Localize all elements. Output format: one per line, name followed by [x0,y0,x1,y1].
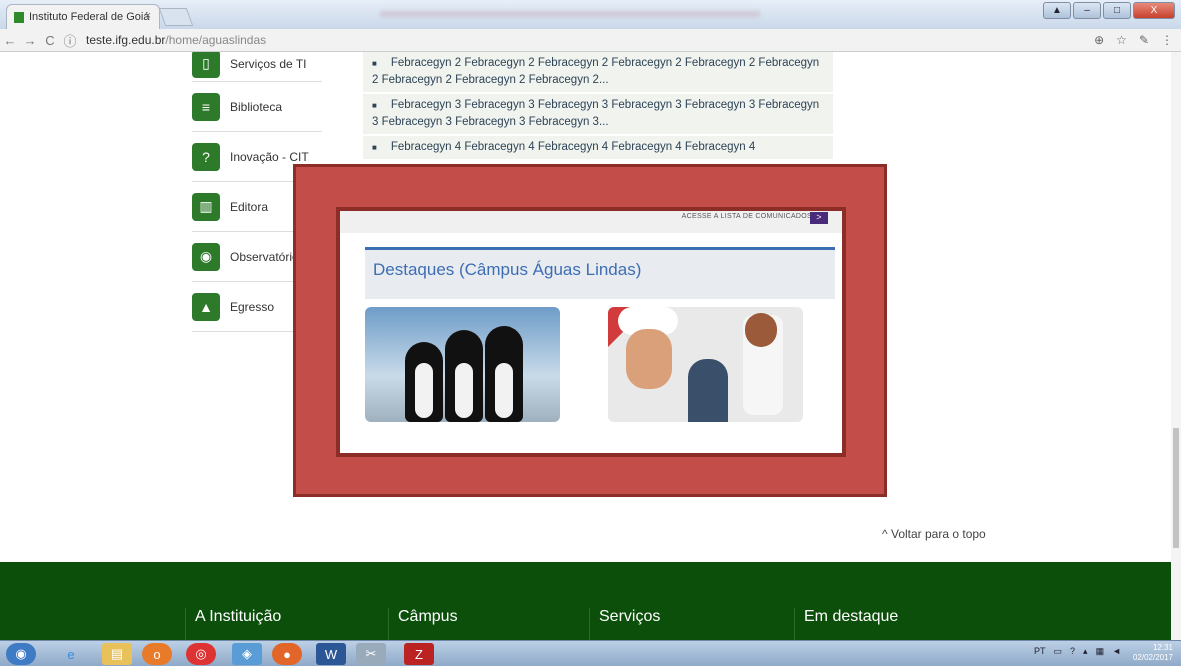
sidebar-item-biblioteca[interactable]: ≡ Biblioteca [192,82,322,132]
book-icon: ≡ [192,92,220,121]
sidebar-item-label: Editora [230,199,269,214]
filezilla-icon[interactable]: Z [404,643,434,665]
keyboard-icon[interactable]: ▭ [1054,646,1063,657]
graduation-cap-icon: ▲ [192,292,220,321]
windows-taskbar: ◉ e ▤ o ◎ ◈ ● W ✂ Z PT ▭ ? ▴ ▦ ◄ 12:31 0… [0,640,1181,666]
comunicados-label: ACESSE A LISTA DE COMUNICADOS [681,213,812,220]
close-window-button[interactable]: X [1133,2,1175,19]
language-indicator[interactable]: PT [1034,646,1046,657]
media-player-icon[interactable]: o [142,643,172,665]
penguin-image [405,342,443,422]
browser-toolbar: ← → C ⓘ teste.ifg.edu.br/home/aguaslinda… [0,29,1181,52]
notice-text: Febracegyn 4 Febracegyn 4 Febracegyn 4 F… [390,141,756,153]
chrome-icon[interactable]: ◎ [186,643,216,665]
sidebar-item-label: Inovação - CIT [230,149,309,164]
site-footer: A Instituição Câmpus Serviços Em destaqu… [0,562,1171,648]
volume-icon[interactable]: ◄ [1112,646,1121,657]
clock-date: 02/02/2017 [1132,653,1173,662]
destaques-heading: Destaques (Câmpus Águas Lindas) [365,247,835,299]
info-icon[interactable]: ⓘ [60,31,80,50]
scientist-face-image [745,313,777,347]
destaque-card-illustration[interactable] [608,307,803,422]
chevron-up-icon: ^ [882,527,888,541]
menu-icon[interactable]: ⋮ [1161,33,1173,47]
footer-col-title: Serviços [599,608,661,625]
word-icon[interactable]: W [316,643,346,665]
footer-col-title: A Instituição [195,608,282,625]
footer-col-title: Em destaque [804,608,899,625]
bookmark-star-icon[interactable]: ☆ [1116,33,1127,47]
minimize-button[interactable]: – [1073,2,1101,19]
sidebar-item-label: Observatório [230,249,299,264]
scrollbar[interactable] [1171,52,1181,640]
sidebar-item-servicos-ti[interactable]: ▯ Serviços de TI [192,52,322,82]
file-explorer-icon[interactable]: ▤ [102,643,132,665]
back-to-top-link[interactable]: ^ Voltar para o topo [882,527,986,541]
sidebar-item-label: Serviços de TI [230,56,307,71]
sidebar-item-label: Biblioteca [230,99,283,114]
window-controls: ▲ – □ X [1043,2,1175,19]
notice-text: Febracegyn 3 Febracegyn 3 Febracegyn 3 F… [372,99,820,128]
toolbar-actions: ⊕ ☆ ✎ ⋮ [1094,33,1173,47]
bullet-icon: ■ [372,143,377,152]
back-to-top-label: Voltar para o topo [890,527,986,541]
boy-image [688,359,728,422]
system-tray-icons: PT ▭ ? ▴ ▦ ◄ [1034,646,1121,657]
globe-icon: ◉ [192,242,220,271]
highlight-content: ACESSE A LISTA DE COMUNICADOS > Destaque… [336,207,846,457]
comunicados-link[interactable]: ACESSE A LISTA DE COMUNICADOS > [340,211,842,233]
scrollbar-thumb[interactable] [1173,428,1179,548]
sidebar-item-label: Egresso [230,299,275,314]
snipping-tool-icon[interactable]: ✂ [356,643,386,665]
address-bar[interactable]: teste.ifg.edu.br/home/aguaslindas [86,33,266,47]
list-item[interactable]: ■ Febracegyn 3 Febracegyn 3 Febracegyn 3 … [363,94,833,136]
window-title-blurred [380,11,760,17]
clock[interactable]: 12:31 02/02/2017 [1133,643,1173,663]
footer-col-title: Câmpus [398,608,458,625]
ifg-logo-icon [14,12,24,23]
bullet-icon: ■ [372,59,377,68]
highlight-overlay: ACESSE A LISTA DE COMUNICADOS > Destaque… [293,164,887,497]
open-book-icon: ▥ [192,192,220,221]
penguin-image [445,330,483,422]
help-icon[interactable]: ? [1070,646,1075,657]
zoom-icon[interactable]: ⊕ [1094,33,1104,47]
tab-close-icon[interactable]: × [145,10,151,22]
list-item[interactable]: ■ Febracegyn 2 Febracegyn 2 Febracegyn 2 … [363,52,833,94]
tablet-icon: ▯ [192,52,220,78]
browser-titlebar: Instituto Federal de Goiá × ▲ – □ X [0,0,1181,29]
arrow-right-icon: > [810,212,828,224]
penguin-image [485,326,523,422]
chef-image [626,329,672,389]
maximize-button[interactable]: □ [1103,2,1131,19]
lightbulb-icon: ? [192,142,220,171]
forward-button[interactable]: → [20,33,40,48]
clock-time: 12:31 [1152,643,1173,652]
browser-tab[interactable]: Instituto Federal de Goiá × [6,4,160,29]
eyedropper-icon[interactable]: ✎ [1139,33,1149,47]
start-button[interactable]: ◉ [6,643,36,665]
new-tab-button[interactable] [158,8,194,26]
internet-explorer-icon[interactable]: e [56,643,86,665]
destaque-card-penguins[interactable] [365,307,560,422]
back-button[interactable]: ← [0,33,20,48]
firefox-icon[interactable]: ● [272,643,302,665]
tab-title: Instituto Federal de Goiá [29,11,150,23]
network-icon[interactable]: ▦ [1096,646,1105,657]
list-item[interactable]: ■ Febracegyn 4 Febracegyn 4 Febracegyn 4 … [363,136,833,161]
bullet-icon: ■ [372,101,377,110]
url-host: teste.ifg.edu.br [86,33,166,47]
notice-text: Febracegyn 2 Febracegyn 2 Febracegyn 2 F… [372,57,820,86]
security-shield-icon[interactable]: ◈ [232,643,262,665]
tray-arrow-icon[interactable]: ▴ [1083,646,1088,657]
user-profile-button[interactable]: ▲ [1043,2,1071,19]
notices-list: ■ Febracegyn 2 Febracegyn 2 Febracegyn 2 … [363,52,833,161]
reload-button[interactable]: C [40,33,60,48]
url-path: /home/aguaslindas [165,33,267,47]
